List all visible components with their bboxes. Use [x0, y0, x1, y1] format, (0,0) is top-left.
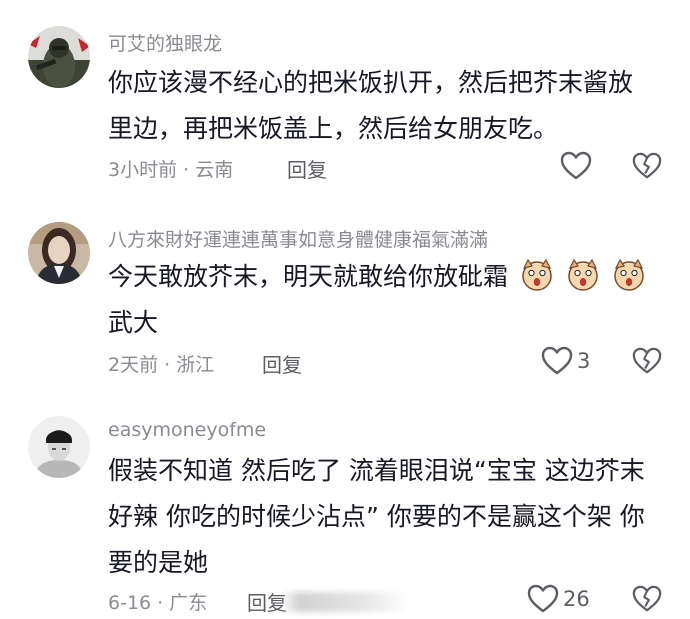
comment-text: 你应该漫不经心的把米饭扒开，然后把芥末酱放 里边，再把米饭盖上，然后给女朋友吃。	[108, 60, 668, 152]
comment-text-line: 今天敢放芥末，明天就敢给你放砒霜	[108, 254, 668, 300]
beanie-person-avatar-icon[interactable]	[28, 416, 90, 478]
shocked-dog-emoji-icon	[614, 258, 644, 291]
comment-item: 可艾的独眼龙 你应该漫不经心的把米饭扒开，然后把芥末酱放 里边，再把米饭盖上，然…	[0, 0, 690, 200]
comment-username[interactable]: 可艾的独眼龙	[108, 29, 222, 56]
shocked-dog-emoji-icon	[522, 258, 552, 291]
comment-text-line: 武大	[108, 308, 159, 337]
soldier-avatar-icon[interactable]	[28, 26, 90, 88]
comment-meta: 2天前 · 浙江	[108, 354, 215, 376]
heart-outline-icon	[527, 584, 559, 613]
watermark-blur	[280, 592, 410, 612]
comment-item: easymoneyofme 假装不知道 然后吃了 流着眼泪说“宝宝 这边芥末 好…	[0, 400, 690, 619]
broken-heart-icon[interactable]	[632, 346, 662, 376]
broken-heart-icon[interactable]	[632, 151, 662, 181]
long-hair-person-avatar-icon[interactable]	[28, 222, 90, 284]
comment-meta: 3小时前 · 云南	[108, 159, 234, 181]
comment-username[interactable]: easymoneyofme	[108, 419, 266, 441]
comment-text: 今天敢放芥末，明天就敢给你放砒霜 武大	[108, 254, 668, 346]
comment-text-line: 你应该漫不经心的把米饭扒开，然后把芥末酱放	[108, 68, 634, 97]
reply-button[interactable]: 回复	[262, 349, 302, 378]
heart-outline-icon	[541, 346, 573, 375]
comment-username[interactable]: 八方來財好運連連萬事如意身體健康福氣滿滿	[108, 225, 488, 252]
like-button[interactable]: 26	[527, 584, 590, 614]
comment-item: 八方來財好運連連萬事如意身體健康福氣滿滿 今天敢放芥末，明天就敢给你放砒霜 武大…	[0, 200, 690, 400]
comment-text-line: 里边，再把米饭盖上，然后给女朋友吃。	[108, 114, 559, 143]
broken-heart-icon[interactable]	[632, 584, 662, 614]
comment-text: 假装不知道 然后吃了 流着眼泪说“宝宝 这边芥末 好辣 你吃的时候少沾点” 你要…	[108, 448, 668, 586]
like-button[interactable]: 3	[541, 346, 590, 376]
comment-text-line: 好辣 你吃的时候少沾点” 你要的不是赢这个架 你	[108, 502, 645, 531]
like-count: 3	[577, 349, 591, 373]
shocked-dog-emoji-icon	[568, 258, 598, 291]
comment-meta: 6-16 · 广东	[108, 592, 208, 614]
comment-text-line: 要的是她	[108, 548, 209, 577]
heart-outline-icon	[560, 151, 592, 180]
like-button[interactable]	[560, 151, 596, 181]
comment-text-span: 今天敢放芥末，明天就敢给你放砒霜	[108, 262, 509, 291]
reply-button[interactable]: 回复	[287, 154, 327, 183]
like-count: 26	[563, 587, 590, 611]
comment-text-line: 假装不知道 然后吃了 流着眼泪说“宝宝 这边芥末	[108, 456, 645, 485]
